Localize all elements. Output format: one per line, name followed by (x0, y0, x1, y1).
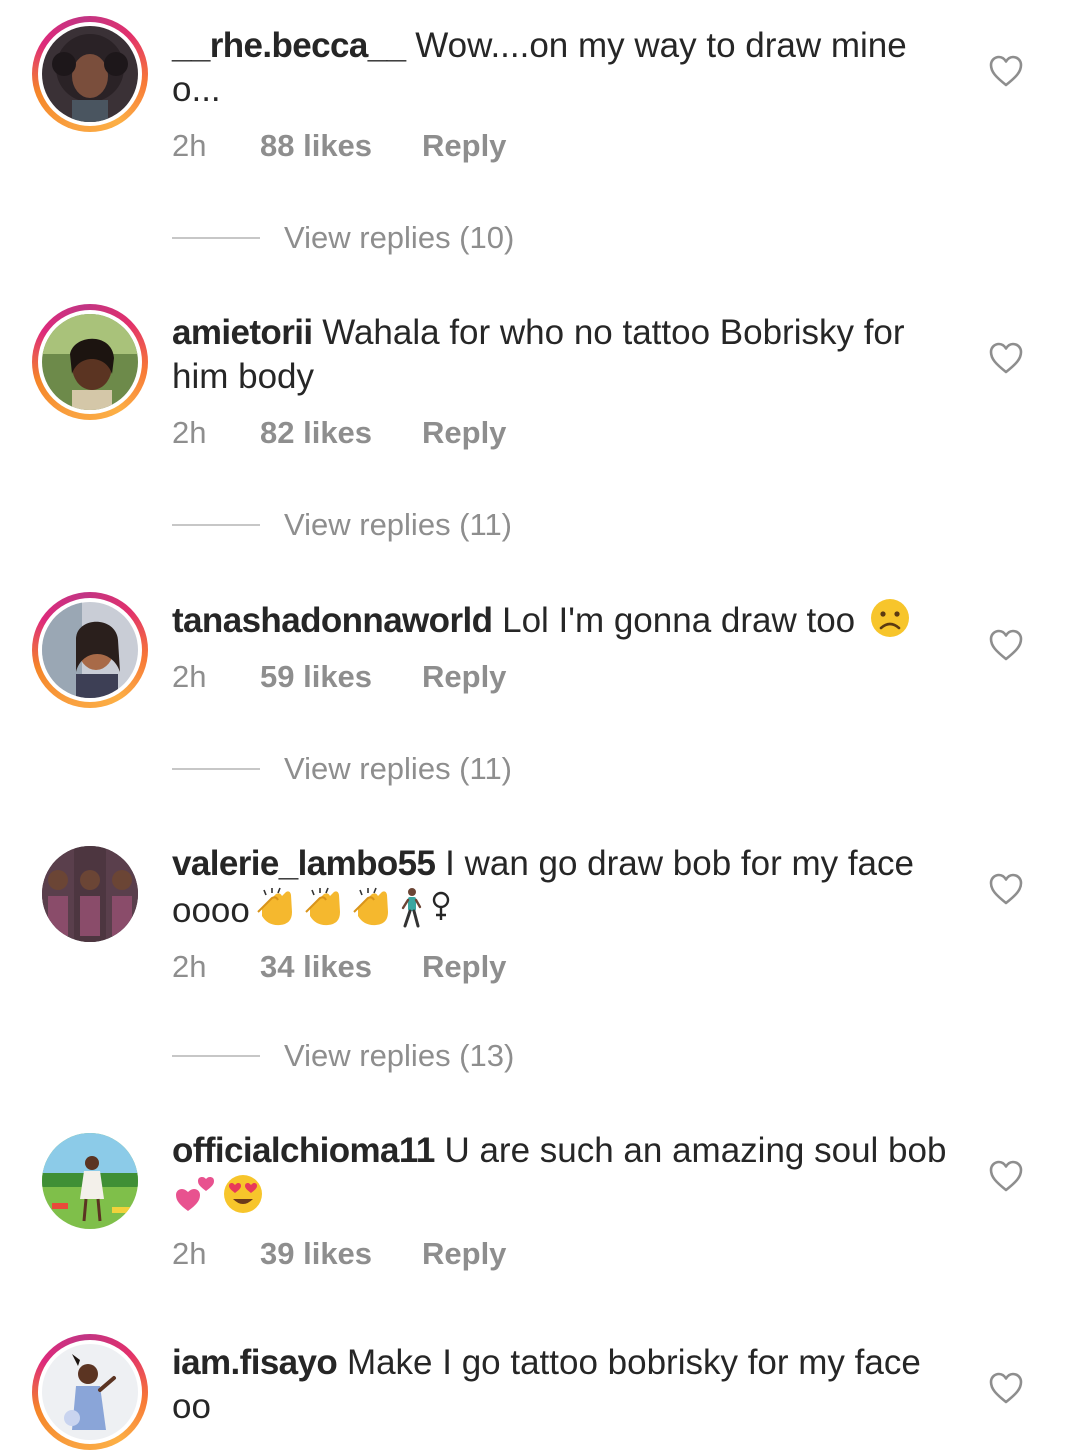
view-replies-label: View replies (11) (284, 507, 513, 542)
clapping-hands-icon (348, 886, 394, 928)
view-replies-label: View replies (13) (284, 1038, 515, 1073)
avatar (42, 314, 138, 410)
avatar (42, 1344, 138, 1440)
view-replies-button[interactable]: View replies (11) (172, 747, 512, 791)
reply-button[interactable]: Reply (422, 124, 506, 168)
comment-username[interactable]: officialchioma11 (172, 1131, 435, 1170)
comment-time: 2h (172, 949, 207, 984)
comment-time: 2h (172, 659, 207, 694)
comment-likes[interactable]: 34 likes (260, 945, 422, 989)
comment-likes[interactable]: 82 likes (260, 411, 422, 455)
clapping-hands-icon (300, 886, 346, 928)
heart-outline-icon[interactable] (988, 872, 1024, 906)
view-replies-line (172, 524, 260, 526)
clapping-hands-icon (252, 886, 298, 928)
frowning-face-icon (867, 598, 913, 638)
heart-eyes-face-icon (220, 1173, 266, 1215)
heart-outline-icon[interactable] (988, 628, 1024, 662)
comment-text: U are such an amazing soul bob (444, 1131, 947, 1170)
avatar-photo (42, 1133, 138, 1229)
avatar[interactable] (32, 836, 148, 952)
heart-outline-icon[interactable] (988, 1159, 1024, 1193)
view-replies-button[interactable]: View replies (11) (172, 503, 512, 547)
avatar-photo (42, 314, 138, 410)
comment-time: 2h (172, 415, 207, 450)
comment-username[interactable]: valerie_lambo55 (172, 844, 436, 883)
avatar-story-ring[interactable] (32, 1334, 148, 1450)
avatar-photo (42, 26, 138, 122)
view-replies-button[interactable]: View replies (10) (172, 216, 514, 260)
female-sign-icon (428, 886, 454, 928)
reply-button[interactable]: Reply (422, 411, 506, 455)
comment-likes[interactable]: 88 likes (260, 124, 422, 168)
comment-likes[interactable]: 39 likes (260, 1232, 422, 1276)
avatar[interactable] (32, 1123, 148, 1239)
comment-username[interactable]: iam.fisayo (172, 1343, 338, 1382)
comment-likes[interactable]: 59 likes (260, 655, 422, 699)
avatar-story-ring[interactable] (32, 16, 148, 132)
person-walking-icon (396, 886, 426, 928)
avatar-story-ring[interactable] (32, 304, 148, 420)
avatar-photo (42, 846, 138, 942)
comment-meta: 2h 39 likes Reply (172, 1232, 962, 1276)
heart-outline-icon[interactable] (988, 1371, 1024, 1405)
comment-username[interactable]: __rhe.becca__ (172, 26, 406, 65)
view-replies-line (172, 237, 260, 239)
comment-time: 2h (172, 128, 207, 163)
reply-button[interactable]: Reply (422, 655, 506, 699)
view-replies-line (172, 1055, 260, 1057)
heart-outline-icon[interactable] (988, 54, 1024, 88)
avatar-photo (42, 1344, 138, 1440)
comment-username[interactable]: tanashadonnaworld (172, 601, 493, 640)
heart-outline-icon[interactable] (988, 341, 1024, 375)
comment-username[interactable]: amietorii (172, 313, 313, 352)
avatar-story-ring[interactable] (32, 592, 148, 708)
avatar (42, 26, 138, 122)
comment-meta: 2h 59 likes Reply (172, 655, 962, 699)
view-replies-label: View replies (11) (284, 751, 513, 786)
comment-meta: 2h 88 likes Reply (172, 124, 962, 168)
view-replies-label: View replies (10) (284, 220, 515, 255)
reply-button[interactable]: Reply (422, 1232, 506, 1276)
comment-meta: 2h 82 likes Reply (172, 411, 962, 455)
two-hearts-icon (174, 1173, 218, 1215)
reply-button[interactable]: Reply (422, 945, 506, 989)
comment-time: 2h (172, 1236, 207, 1271)
comment-meta: 2h 34 likes Reply (172, 945, 962, 989)
view-replies-button[interactable]: View replies (13) (172, 1034, 514, 1078)
avatar-photo (42, 602, 138, 698)
avatar (42, 602, 138, 698)
comment-text: Lol I'm gonna draw too (502, 601, 856, 640)
view-replies-line (172, 768, 260, 770)
